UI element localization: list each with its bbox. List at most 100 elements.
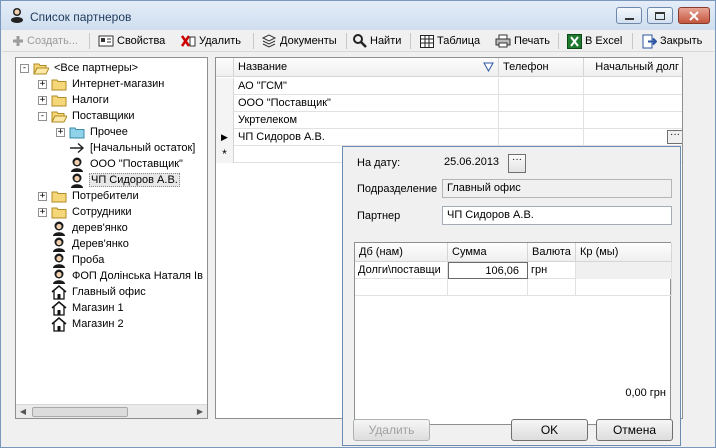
initial-debt-cell[interactable] (584, 95, 682, 112)
tree-item[interactable]: ЧП Сидоров А.В. (56, 172, 180, 188)
create-button[interactable]: Создать... (12, 32, 78, 50)
tree-item[interactable]: Проба (38, 252, 105, 268)
tree-item[interactable]: ФОП Долінська Наталя Ів (38, 268, 204, 284)
close-window-button[interactable] (678, 7, 710, 24)
column-header-debit[interactable]: Дб (нам) (355, 243, 448, 262)
tree-item-label: Магазин 2 (72, 318, 124, 330)
delete-button[interactable]: Удалить (180, 32, 241, 50)
find-button[interactable]: Найти (353, 32, 401, 50)
table-row[interactable]: Долги\поставщи 106,06 грн (355, 262, 672, 279)
cancel-button[interactable]: Отмена (596, 419, 673, 441)
empty-cell[interactable] (355, 279, 448, 296)
column-header-name[interactable]: Название (234, 58, 499, 77)
column-header-currency[interactable]: Валюта (528, 243, 576, 262)
tree-item[interactable]: Магазин 1 (38, 300, 125, 316)
scroll-thumb[interactable] (32, 407, 128, 417)
expand-icon[interactable]: + (38, 79, 47, 89)
partners-tree[interactable]: - <Все партнеры> + Интернет-магазин + Налоги -… (15, 57, 208, 419)
date-picker-button[interactable]: ··· (508, 154, 526, 173)
table-button[interactable]: Таблица (420, 32, 480, 50)
tree-item[interactable]: + Прочее (56, 124, 129, 140)
empty-cell[interactable] (576, 279, 672, 296)
print-button[interactable]: Печать (495, 32, 550, 50)
initial-debt-cell[interactable] (584, 78, 682, 95)
expand-icon[interactable]: + (38, 191, 47, 201)
column-header-amount[interactable]: Сумма (448, 243, 528, 262)
tree-item-label: ООО "Поставщик" (90, 158, 183, 170)
name-cell[interactable]: Укртелеком (234, 112, 499, 129)
amounts-table-header: Дб (нам) Сумма Валюта Кр (мы) (355, 243, 672, 262)
properties-button[interactable]: Свойства (98, 32, 165, 50)
edit-debt-button[interactable]: ··· (667, 130, 682, 144)
debit-cell[interactable]: Долги\поставщи (355, 262, 448, 279)
table-row[interactable]: Укртелеком (216, 112, 682, 129)
empty-cell[interactable] (528, 279, 576, 296)
amounts-table[interactable]: Дб (нам) Сумма Валюта Кр (мы) Долги\пост… (354, 242, 672, 425)
export-excel-button[interactable]: В Excel (567, 32, 622, 50)
tree-item[interactable]: - <Все партнеры> (20, 60, 139, 76)
folder-icon (51, 93, 67, 107)
currency-cell[interactable]: грн (528, 262, 576, 279)
empty-cell[interactable] (448, 279, 528, 296)
minimize-button[interactable] (616, 7, 642, 24)
filter-icon[interactable] (483, 62, 494, 72)
scroll-right-icon[interactable]: ▶ (193, 405, 207, 419)
table-row[interactable] (355, 279, 672, 296)
name-cell[interactable]: АО "ГСМ" (234, 78, 499, 95)
tree-item[interactable]: ООО "Поставщик" (56, 156, 184, 172)
expand-icon[interactable]: + (38, 207, 47, 217)
tree-item[interactable]: + Налоги (38, 92, 110, 108)
name-cell[interactable]: ЧП Сидоров А.В. (234, 129, 499, 146)
date-field[interactable]: 25.06.2013 (442, 154, 508, 173)
name-cell[interactable]: ООО "Поставщик" (234, 95, 499, 112)
row-selector[interactable] (216, 95, 234, 112)
row-selector[interactable] (216, 78, 234, 95)
table-row[interactable]: АО "ГСМ" (216, 78, 682, 95)
tree-item-label: Интернет-магазин (72, 78, 165, 90)
title-bar[interactable]: Список партнеров (1, 1, 715, 30)
row-selector[interactable] (216, 112, 234, 129)
column-header-credit[interactable]: Кр (мы) (576, 243, 672, 262)
folder-icon (51, 205, 67, 219)
credit-cell[interactable] (576, 262, 672, 279)
collapse-icon[interactable]: - (38, 111, 47, 121)
popup-delete-button[interactable]: Удалить (353, 419, 430, 441)
table-row[interactable]: ООО "Поставщик" (216, 95, 682, 112)
folder-blue-icon (69, 125, 85, 139)
toolbar-separator (89, 33, 90, 49)
collapse-icon[interactable]: - (20, 63, 29, 73)
partner-field[interactable]: ЧП Сидоров А.В. (442, 206, 672, 225)
date-label: На дату: (357, 157, 401, 169)
expand-icon[interactable]: + (38, 95, 47, 105)
column-header-initial-debt[interactable]: Начальный долг (584, 58, 682, 77)
tree-horizontal-scrollbar[interactable]: ◀ ▶ (16, 404, 207, 418)
tree-item[interactable]: Магазин 2 (38, 316, 125, 332)
row-selector[interactable]: ▶ (216, 129, 234, 146)
phone-cell[interactable] (499, 78, 584, 95)
row-selector[interactable]: * (216, 146, 234, 163)
tree-item[interactable]: Дерев'янко (38, 236, 130, 252)
column-header-phone[interactable]: Телефон (499, 58, 584, 77)
tree-item-label: Поставщики (72, 110, 135, 122)
tree-item[interactable]: + Сотрудники (38, 204, 133, 220)
amount-input[interactable]: 106,06 (448, 262, 528, 279)
tree-item[interactable]: - Поставщики (38, 108, 136, 124)
close-button[interactable]: Закрыть (642, 32, 702, 50)
tree-item[interactable]: Главный офис (38, 284, 147, 300)
tree-item[interactable]: [Начальный остаток] (56, 140, 196, 156)
ok-button[interactable]: OK (511, 419, 588, 441)
scroll-left-icon[interactable]: ◀ (16, 405, 30, 419)
initial-debt-cell[interactable] (584, 112, 682, 129)
phone-cell[interactable] (499, 129, 584, 146)
tree-item[interactable]: дерев'янко (38, 220, 129, 236)
documents-button[interactable]: Документы (261, 32, 337, 50)
total-amount: 0,00 грн (625, 387, 666, 399)
tree-item[interactable]: + Потребители (38, 188, 140, 204)
phone-cell[interactable] (499, 112, 584, 129)
maximize-button[interactable] (647, 7, 673, 24)
tree-item[interactable]: + Интернет-магазин (38, 76, 165, 92)
expand-icon[interactable]: + (56, 127, 65, 137)
table-row[interactable]: ▶ ЧП Сидоров А.В. ··· (216, 129, 682, 146)
person-icon (51, 269, 67, 284)
phone-cell[interactable] (499, 95, 584, 112)
